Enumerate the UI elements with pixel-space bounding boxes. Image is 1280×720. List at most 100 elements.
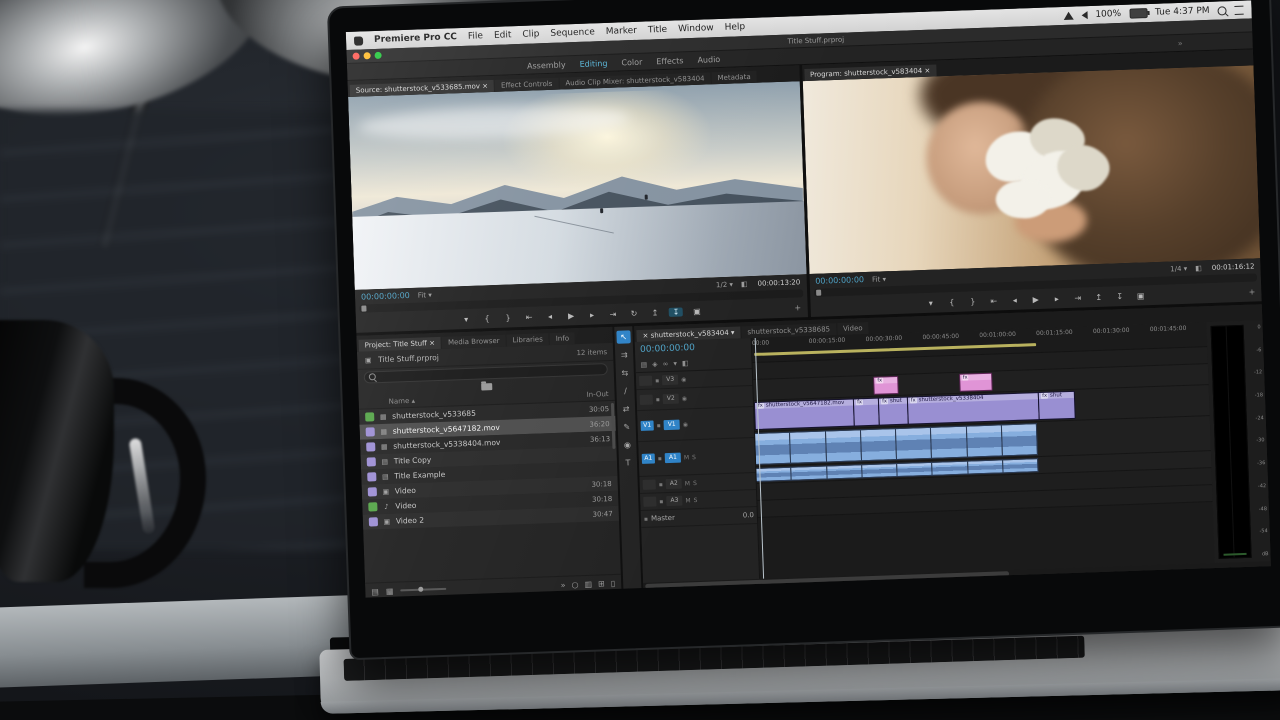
add-marker-icon[interactable]: ▾ xyxy=(459,314,473,323)
program-video-viewer[interactable] xyxy=(802,65,1260,274)
mute-button[interactable]: M xyxy=(685,480,690,487)
audio-clip[interactable] xyxy=(826,429,862,462)
audio-clip[interactable] xyxy=(931,426,967,459)
source-resolution-dropdown[interactable]: 1/2 ▾ xyxy=(716,280,733,289)
project-file-name[interactable]: Title Stuff.prproj xyxy=(378,353,439,364)
workspace-assembly[interactable]: Assembly xyxy=(527,60,566,70)
volume-icon[interactable] xyxy=(1081,11,1087,19)
audio-clip[interactable] xyxy=(861,428,897,461)
title-clip[interactable]: fx xyxy=(959,373,993,392)
play-icon[interactable]: ▶ xyxy=(564,311,578,320)
menu-sequence[interactable]: Sequence xyxy=(550,27,595,39)
overwrite-icon[interactable]: ↧ xyxy=(669,307,683,316)
audio-clip[interactable] xyxy=(862,463,898,478)
source-fit-dropdown[interactable]: Fit ▾ xyxy=(418,291,432,299)
mark-out-icon[interactable]: } xyxy=(501,313,515,322)
razor-icon[interactable]: / xyxy=(618,384,632,397)
go-to-in-icon[interactable]: ⇤ xyxy=(522,312,536,321)
mute-button[interactable]: M xyxy=(684,454,689,461)
track-header-v1[interactable]: V1 ▪ V1 ◉ xyxy=(637,407,754,442)
mute-button[interactable]: M xyxy=(685,497,690,504)
mark-in-icon[interactable]: { xyxy=(945,297,959,306)
column-inout[interactable]: In-Out xyxy=(587,390,609,399)
track-header-master[interactable]: ▪ Master 0.0 xyxy=(641,507,758,528)
video-clip[interactable]: fxshutterstock_v5647182.mov xyxy=(754,399,855,430)
menubar-clock[interactable]: Tue 4:37 PM xyxy=(1155,6,1210,18)
close-icon[interactable]: × xyxy=(924,67,930,75)
snap-icon[interactable]: ◈ xyxy=(652,360,658,368)
lock-icon[interactable]: ▪ xyxy=(659,498,663,505)
insert-icon[interactable]: ↥ xyxy=(648,308,662,317)
workspace-color[interactable]: Color xyxy=(621,57,642,67)
label-chip[interactable] xyxy=(368,502,377,511)
automate-to-sequence-icon[interactable]: » xyxy=(560,580,565,589)
audio-clip[interactable] xyxy=(791,466,827,481)
menu-help[interactable]: Help xyxy=(724,22,745,33)
apple-menu-icon[interactable] xyxy=(354,36,363,45)
menu-title[interactable]: Title xyxy=(648,25,668,36)
menu-marker[interactable]: Marker xyxy=(606,26,637,37)
zoom-slider[interactable] xyxy=(400,588,446,592)
close-window-button[interactable] xyxy=(353,53,360,60)
type-tool-icon[interactable]: T xyxy=(621,456,635,469)
label-chip[interactable] xyxy=(366,442,375,451)
slip-icon[interactable]: ⇄ xyxy=(619,402,633,415)
timeline-menu-icon[interactable]: ▤ xyxy=(640,361,647,369)
battery-icon[interactable] xyxy=(1129,8,1147,19)
step-back-icon[interactable]: ◂ xyxy=(1008,295,1022,304)
source-timecode[interactable]: 00:00:00:00 xyxy=(361,291,410,302)
menu-edit[interactable]: Edit xyxy=(494,30,512,41)
track-output-icon[interactable]: ◉ xyxy=(682,395,687,402)
mark-out-icon[interactable]: } xyxy=(966,297,980,306)
lock-icon[interactable]: ▪ xyxy=(655,377,659,384)
source-patch[interactable] xyxy=(640,395,653,405)
label-chip[interactable] xyxy=(366,427,375,436)
spotlight-search-icon[interactable] xyxy=(1217,6,1226,15)
solo-button[interactable]: S xyxy=(693,497,697,504)
program-fit-dropdown[interactable]: Fit ▾ xyxy=(872,275,886,283)
program-resolution-dropdown[interactable]: 1/4 ▾ xyxy=(1170,264,1187,273)
add-marker-icon[interactable]: ▾ xyxy=(673,360,677,368)
workspace-editing[interactable]: Editing xyxy=(579,58,607,68)
workspace-overflow-icon[interactable]: » xyxy=(1178,38,1183,47)
close-icon[interactable]: × xyxy=(429,339,435,347)
source-video-viewer[interactable] xyxy=(348,81,806,290)
track-header-a1[interactable]: A1 ▪ A1 M S xyxy=(638,438,755,477)
lock-icon[interactable]: ▪ xyxy=(658,455,662,462)
wifi-icon[interactable] xyxy=(1063,12,1073,20)
button-editor-plus[interactable]: + xyxy=(1249,287,1256,296)
video-clip[interactable]: fxshut xyxy=(878,397,908,426)
column-name[interactable]: Name ▴ xyxy=(389,397,416,406)
step-forward-icon[interactable]: ▸ xyxy=(1050,294,1064,303)
audio-clip[interactable] xyxy=(827,464,863,479)
ripple-edit-icon[interactable]: ⇆ xyxy=(618,366,632,379)
workspace-effects[interactable]: Effects xyxy=(656,56,684,66)
source-patch[interactable] xyxy=(643,479,656,489)
label-chip[interactable] xyxy=(367,472,376,481)
export-frame-icon[interactable]: ▣ xyxy=(690,306,704,315)
export-frame-icon[interactable]: ▣ xyxy=(1134,291,1148,300)
notification-center-icon[interactable] xyxy=(1234,5,1243,14)
audio-clip[interactable] xyxy=(932,461,968,476)
audio-clip[interactable] xyxy=(896,427,932,460)
linked-selection-icon[interactable]: ∞ xyxy=(662,360,668,368)
program-playhead-handle[interactable] xyxy=(816,290,821,296)
settings-wrench-icon[interactable]: ◧ xyxy=(1195,264,1202,272)
solo-button[interactable]: S xyxy=(692,454,696,461)
selection-tool-icon[interactable]: ↖ xyxy=(616,330,630,343)
app-menu[interactable]: Premiere Pro CC xyxy=(374,32,457,45)
track-output-icon[interactable]: ◉ xyxy=(683,421,688,428)
close-icon[interactable]: × xyxy=(642,332,648,340)
audio-clip[interactable] xyxy=(790,431,826,464)
label-chip[interactable] xyxy=(369,517,378,526)
go-to-in-icon[interactable]: ⇤ xyxy=(987,296,1001,305)
zoom-window-button[interactable] xyxy=(374,52,381,59)
menu-clip[interactable]: Clip xyxy=(522,29,539,40)
step-forward-icon[interactable]: ▸ xyxy=(585,310,599,319)
title-clip[interactable]: fx xyxy=(873,376,898,395)
source-patch[interactable] xyxy=(639,376,652,386)
clear-icon[interactable]: ▯ xyxy=(611,578,616,587)
source-patch-v1[interactable]: V1 xyxy=(641,421,654,431)
tab-info[interactable]: Info xyxy=(550,332,576,345)
lock-icon[interactable]: ▪ xyxy=(659,481,663,488)
